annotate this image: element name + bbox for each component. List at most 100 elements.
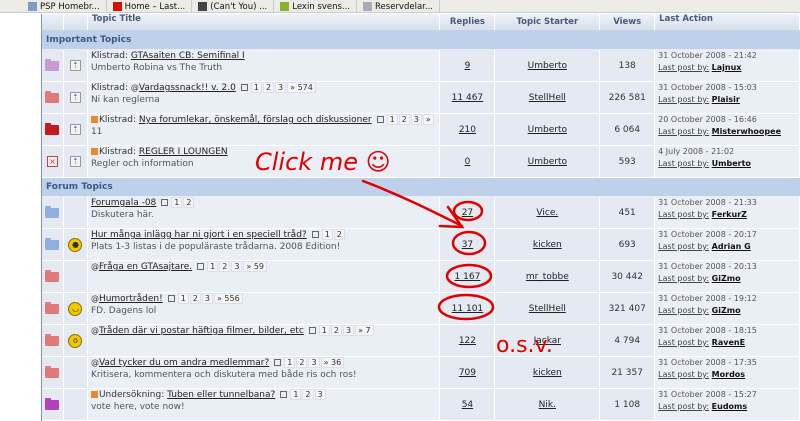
page-link[interactable]: 2 <box>219 261 231 272</box>
page-link[interactable]: 1 <box>284 357 296 368</box>
topic-link[interactable]: Fråga en GTAsajtare. <box>99 262 192 272</box>
last-post-user[interactable]: Adrian G <box>712 242 751 251</box>
page-link[interactable]: » <box>422 114 434 125</box>
last-post-label[interactable]: Last post by: <box>658 242 709 251</box>
page-link[interactable]: 2 <box>330 325 342 336</box>
topic-starter-link[interactable]: Vice. <box>536 208 558 218</box>
bookmark[interactable]: Reservdelar... <box>357 0 440 12</box>
last-post-label[interactable]: Last post by: <box>658 127 709 136</box>
replies-link[interactable]: 122 <box>459 336 476 346</box>
topic-link[interactable]: REGLER I LOUNGEN <box>139 147 228 157</box>
topic-starter-link[interactable]: Umberto <box>528 125 567 135</box>
last-action-cell: 4 July 2008 - 21:02 Last post by: Umberto <box>655 146 800 177</box>
topic-starter-link[interactable]: mr_tobbe <box>526 272 569 282</box>
last-post-label[interactable]: Last post by: <box>658 402 709 411</box>
page-link[interactable]: » 7 <box>355 325 374 336</box>
header-views[interactable]: Views <box>600 14 656 30</box>
last-post-user[interactable]: Eudoms <box>712 402 747 411</box>
last-post-user[interactable]: Lajnux <box>712 63 742 72</box>
replies-link[interactable]: 54 <box>462 400 473 410</box>
header-starter[interactable]: Topic Starter <box>495 14 601 30</box>
replies-link[interactable]: 11 101 <box>452 304 484 314</box>
last-post-label[interactable]: Last post by: <box>658 338 709 347</box>
replies-link[interactable]: 709 <box>459 368 476 378</box>
page-link[interactable]: 3 <box>342 325 355 336</box>
replies-link[interactable]: 210 <box>459 125 476 135</box>
last-post-user[interactable]: RavenE <box>712 338 745 347</box>
replies-link[interactable]: 27 <box>462 208 473 218</box>
last-post-label[interactable]: Last post by: <box>658 63 709 72</box>
last-post-label[interactable]: Last post by: <box>658 370 709 379</box>
page-link[interactable]: 3 <box>275 82 287 93</box>
last-post-label[interactable]: Last post by: <box>658 159 709 168</box>
page-link[interactable]: 2 <box>398 114 410 125</box>
last-post-label[interactable]: Last post by: <box>658 274 709 283</box>
topic-starter-link[interactable]: Umberto <box>528 157 567 167</box>
topic-cell: Forumgala -08 1 2 Diskutera här. <box>87 197 441 228</box>
replies-link[interactable]: 0 <box>465 157 471 167</box>
page-link[interactable]: 2 <box>262 82 275 93</box>
header-replies[interactable]: Replies <box>440 14 496 30</box>
page-link[interactable]: 3 <box>231 261 243 272</box>
topic-starter-link[interactable]: Nik. <box>539 400 556 410</box>
last-post-label[interactable]: Last post by: <box>658 210 709 219</box>
page-link[interactable]: 1 <box>290 389 302 400</box>
bookmark[interactable]: Lexin svens... <box>274 0 358 12</box>
page-link[interactable]: » 574 <box>287 82 316 93</box>
bookmark[interactable]: (Can't You) ... <box>192 0 275 12</box>
topic-link[interactable]: Nya forumlekar, önskemål, förslag och di… <box>139 115 372 125</box>
topic-link[interactable]: Humortråden! <box>99 294 163 304</box>
topic-link[interactable]: Tråden där vi postar häftiga filmer, bil… <box>99 326 304 336</box>
last-post-user[interactable]: FerkurZ <box>712 210 747 219</box>
page-link[interactable]: 1 <box>171 197 183 208</box>
replies-link[interactable]: 9 <box>465 61 471 71</box>
last-post-user[interactable]: Plaisir <box>712 95 740 104</box>
page-link[interactable]: 1 <box>321 229 333 240</box>
topic-starter-link[interactable]: StellHell <box>529 93 566 103</box>
multipage-icon <box>376 116 384 123</box>
page-link[interactable]: 2 <box>302 389 314 400</box>
last-post-user[interactable]: GiZmo <box>712 274 741 283</box>
page-link[interactable]: 2 <box>189 293 201 304</box>
topic-link[interactable]: Vad tycker du om andra medlemmar? <box>99 358 269 368</box>
topic-link[interactable]: GTAsaiten CB: Semifinal I <box>131 51 245 61</box>
page-link[interactable]: 2 <box>333 229 345 240</box>
topic-starter-link[interactable]: kicken <box>533 368 562 378</box>
last-post-user[interactable]: Mordos <box>712 370 745 379</box>
page-link[interactable]: 3 <box>410 114 422 125</box>
page-link[interactable]: 1 <box>207 261 219 272</box>
topic-link[interactable]: Forumgala -08 <box>91 198 156 208</box>
page-link[interactable]: » 556 <box>213 293 243 304</box>
topic-link[interactable]: Tuben eller tunnelbana? <box>167 390 275 400</box>
topic-starter-link[interactable]: StellHell <box>529 304 566 314</box>
page-link[interactable]: 3 <box>314 389 326 400</box>
page-link[interactable]: 2 <box>183 197 195 208</box>
replies-link[interactable]: 37 <box>462 240 473 250</box>
page-link[interactable]: 1 <box>386 114 398 125</box>
replies-link[interactable]: 11 467 <box>452 93 484 103</box>
last-post-label[interactable]: Last post by: <box>658 95 709 104</box>
page-link[interactable]: 1 <box>250 82 262 93</box>
page-link[interactable]: 1 <box>318 325 330 336</box>
last-post-user[interactable]: GiZmo <box>712 306 741 315</box>
page-link[interactable]: 1 <box>177 293 189 304</box>
last-post-user[interactable]: Umberto <box>712 159 751 168</box>
topic-icon-cell: ⇡ <box>64 114 88 145</box>
bookmark[interactable]: Home – Last... <box>107 0 193 12</box>
page-link[interactable]: 3 <box>308 357 320 368</box>
bookmark[interactable]: PSP Homebr... <box>22 0 107 12</box>
topic-starter-link[interactable]: Jackar <box>534 336 561 346</box>
topic-link[interactable]: Hur många inlägg har ni gjort i en speci… <box>91 230 307 240</box>
topic-starter-link[interactable]: Umberto <box>528 61 567 71</box>
header-last-action[interactable]: Last Action <box>655 14 800 30</box>
last-post-user[interactable]: Misterwhoopee <box>712 127 781 136</box>
page-link[interactable]: » 59 <box>243 261 268 272</box>
page-link[interactable]: 3 <box>201 293 213 304</box>
header-topic-title[interactable]: Topic Title <box>88 14 441 30</box>
page-link[interactable]: 2 <box>296 357 308 368</box>
last-post-label[interactable]: Last post by: <box>658 306 709 315</box>
topic-link[interactable]: Vardagssnack!! v. 2.0 <box>139 83 236 93</box>
replies-link[interactable]: 1 167 <box>455 272 481 282</box>
page-link[interactable]: » 36 <box>320 357 345 368</box>
topic-starter-link[interactable]: kicken <box>533 240 562 250</box>
